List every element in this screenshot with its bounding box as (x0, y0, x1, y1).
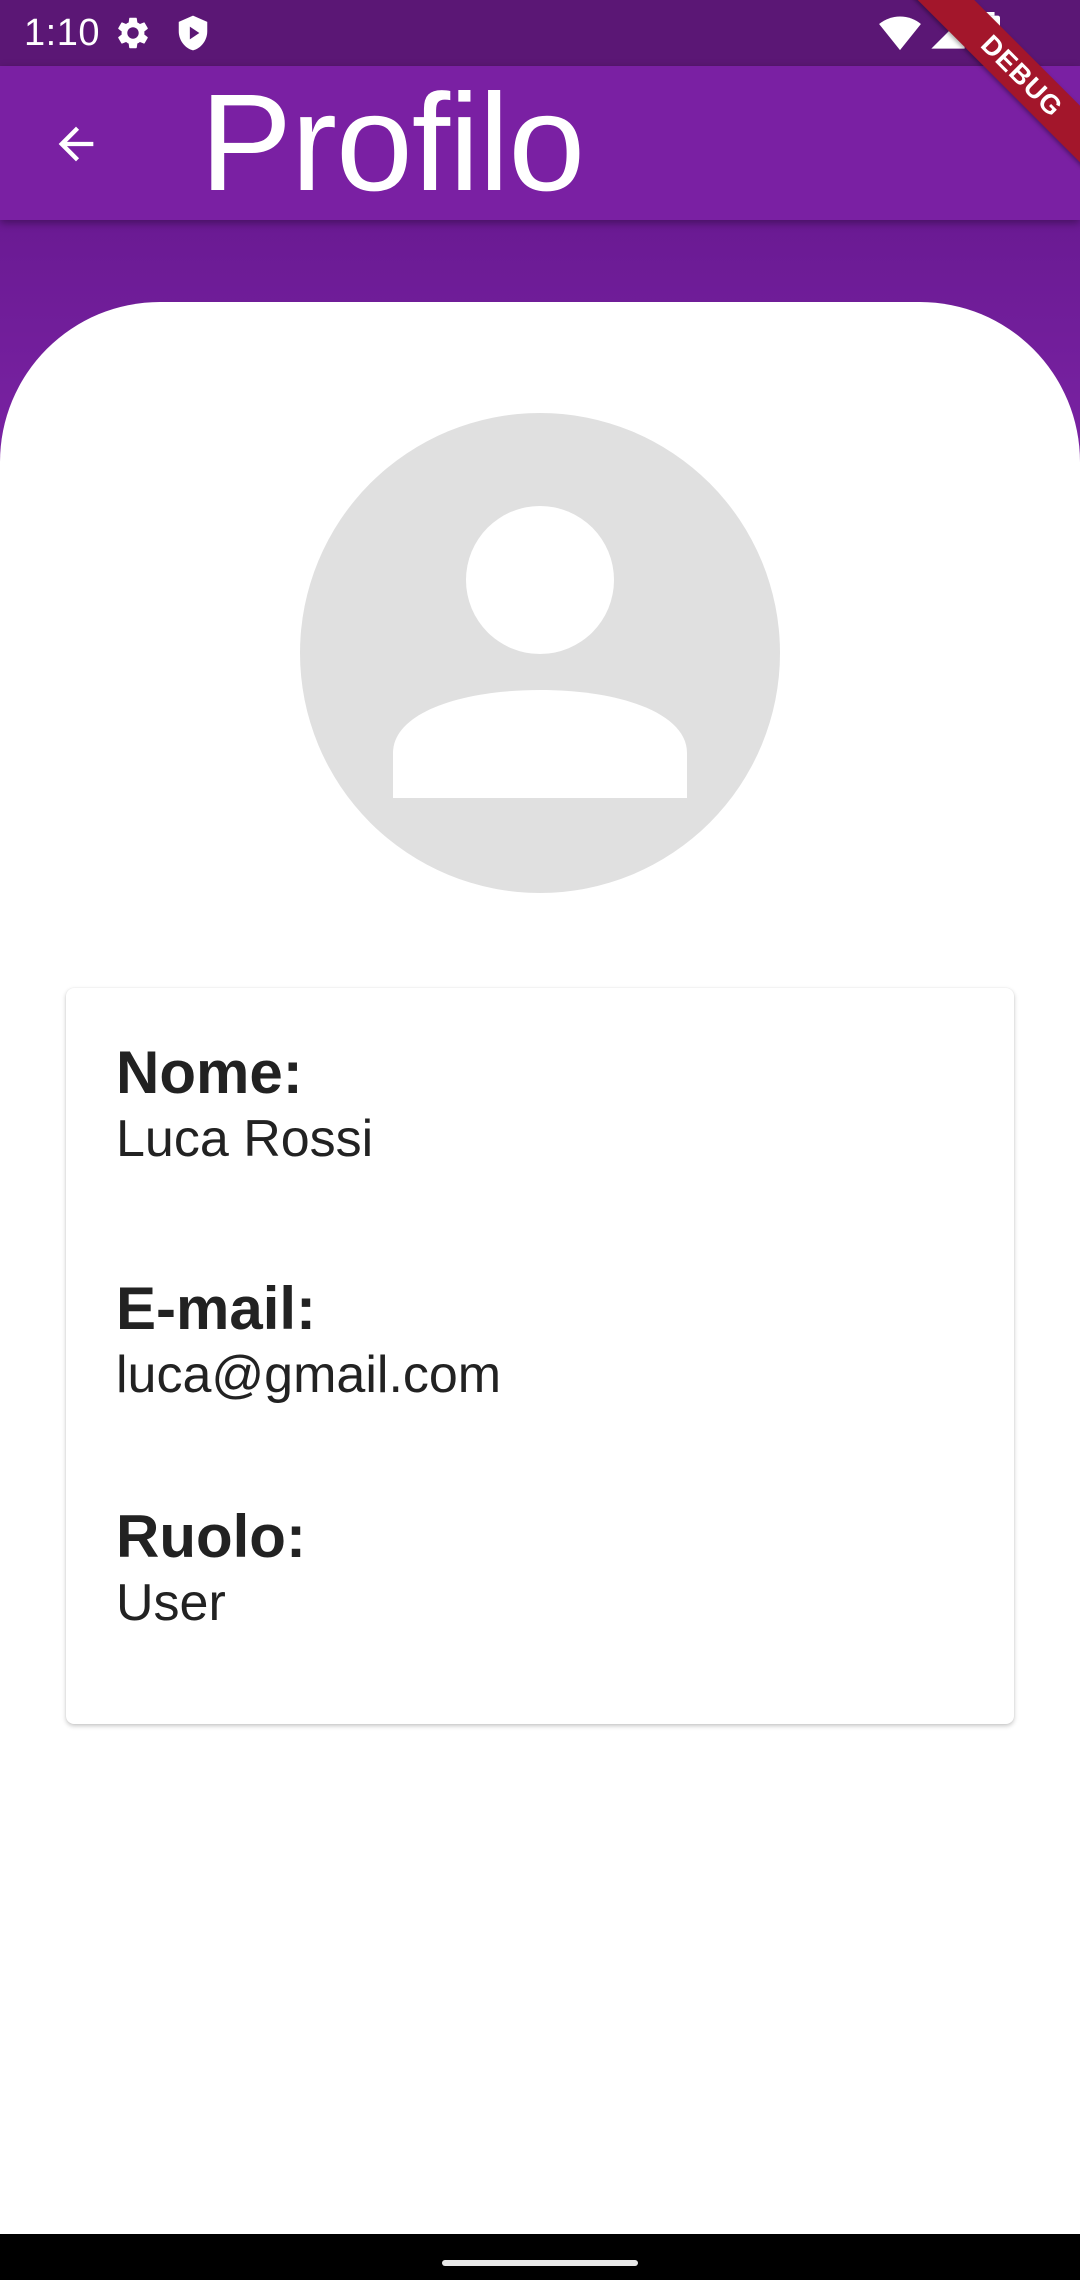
email-field: E-mail: luca@gmail.com (116, 1274, 501, 1406)
email-label: E-mail: (116, 1275, 317, 1342)
profile-info-card: Nome: Luca Rossi E-mail: luca@gmail.com … (66, 988, 1014, 1724)
name-field: Nome: Luca Rossi (116, 1038, 373, 1170)
navigation-bar (0, 2234, 1080, 2280)
debug-banner-label: DEBUG (910, 0, 1080, 170)
status-time: 1:10 (24, 12, 100, 54)
shield-play-icon (174, 14, 212, 57)
name-label: Nome: (116, 1039, 303, 1106)
home-indicator[interactable] (442, 2260, 638, 2266)
arrow-back-icon (50, 118, 102, 175)
role-value: User (116, 1574, 226, 1632)
avatar (300, 413, 780, 893)
page-title: Profilo (200, 66, 585, 220)
name-value: Luca Rossi (116, 1110, 374, 1168)
email-value: luca@gmail.com (116, 1346, 502, 1404)
person-icon (300, 413, 780, 893)
role-label: Ruolo: (116, 1503, 306, 1570)
debug-banner: DEBUG (910, 0, 1080, 170)
back-button[interactable] (36, 106, 116, 186)
gear-icon (114, 14, 152, 57)
profile-screen: 1:10 Profilo DEBUG Nome: Luca Rossi E-ma… (0, 0, 1080, 2280)
role-field: Ruolo: User (116, 1502, 306, 1634)
